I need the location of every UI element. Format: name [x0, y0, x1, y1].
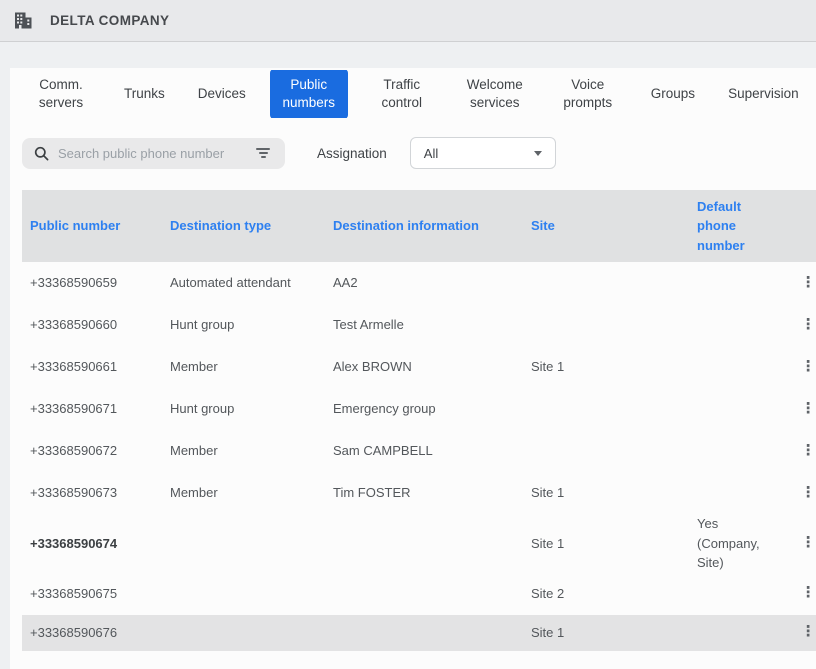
row-menu-button[interactable]: ⋮ — [800, 396, 816, 422]
cell-public-number: +33368590672 — [22, 441, 170, 461]
tab-label: Public numbers — [283, 77, 336, 110]
tab-public-numbers[interactable]: Public numbers — [270, 70, 348, 118]
cell-public-number: +33368590671 — [22, 399, 170, 419]
kebab-icon: ⋮ — [801, 532, 816, 555]
top-bar: DELTA COMPANY — [0, 0, 816, 42]
table-row[interactable]: +33368590673 Member Tim FOSTER Site 1 ⋮ — [22, 472, 816, 514]
kebab-icon: ⋮ — [801, 582, 816, 605]
tab-traffic-control[interactable]: Traffic control — [363, 71, 441, 117]
public-numbers-table: Public number Destination type Destinati… — [22, 190, 816, 669]
cell-public-number: +33368590676 — [22, 623, 170, 643]
cell-destination-type: Automated attendant — [170, 273, 333, 293]
filter-row: Assignation All — [22, 137, 816, 169]
row-menu-button[interactable]: ⋮ — [800, 620, 816, 646]
cell-destination-type: Member — [170, 441, 333, 461]
tab-comm-servers[interactable]: Comm. servers — [22, 71, 100, 117]
cell-destination-information: Alex BROWN — [333, 357, 531, 377]
cell-site: Site 1 — [531, 357, 697, 377]
tab-bar: Comm. servers Trunks Devices Public numbers… — [22, 70, 816, 118]
cell-destination-information: Test Armelle — [333, 315, 531, 335]
row-menu-button[interactable]: ⋮ — [800, 354, 816, 380]
tab-label: Supervision — [728, 86, 799, 101]
cell-destination-information: Emergency group — [333, 399, 531, 419]
column-header-destination-information[interactable]: Destination information — [333, 216, 531, 236]
table-row[interactable]: +33368590661 Member Alex BROWN Site 1 ⋮ — [22, 346, 816, 388]
tab-devices[interactable]: Devices — [189, 80, 255, 108]
table-row[interactable]: +33368590676 Site 1 ⋮ — [22, 615, 816, 651]
tab-welcome-services[interactable]: Welcome services — [456, 71, 534, 117]
tab-groups[interactable]: Groups — [642, 80, 704, 108]
table-row[interactable]: +33368590659 Automated attendant AA2 ⋮ — [22, 262, 816, 304]
cell-destination-information: Tim FOSTER — [333, 483, 531, 503]
column-header-default-phone-number[interactable]: Default phone number — [697, 197, 779, 256]
kebab-icon: ⋮ — [801, 482, 816, 505]
tab-label: Welcome services — [467, 77, 523, 110]
table-row[interactable]: +33368590671 Hunt group Emergency group … — [22, 388, 816, 430]
content-card: Comm. servers Trunks Devices Public numbers… — [10, 68, 816, 669]
company-name: DELTA COMPANY — [50, 13, 169, 28]
table-row[interactable]: +33368590674 Site 1 Yes (Company, Site) … — [22, 514, 816, 573]
cell-public-number: +33368590673 — [22, 483, 170, 503]
search-icon — [34, 146, 49, 161]
cell-destination-information: AA2 — [333, 273, 531, 293]
row-menu-button[interactable]: ⋮ — [800, 312, 816, 338]
cell-site: Site 1 — [531, 623, 697, 643]
tab-label: Traffic control — [382, 77, 423, 110]
row-menu-button[interactable]: ⋮ — [800, 270, 816, 296]
tab-trunks[interactable]: Trunks — [115, 80, 174, 108]
assignation-select-value: All — [424, 146, 438, 161]
row-menu-button[interactable]: ⋮ — [800, 581, 816, 607]
cell-default-phone-number: Yes (Company, Site) — [697, 514, 779, 573]
tab-label: Comm. servers — [39, 77, 83, 110]
cell-destination-type: Hunt group — [170, 315, 333, 335]
cell-destination-type: Member — [170, 357, 333, 377]
row-menu-button[interactable]: ⋮ — [800, 530, 816, 556]
cell-destination-type: Hunt group — [170, 399, 333, 419]
cell-destination-information: Sam CAMPBELL — [333, 441, 531, 461]
assignation-select[interactable]: All — [410, 137, 556, 169]
cell-site: Site 1 — [531, 534, 697, 554]
tab-voice-prompts[interactable]: Voice prompts — [549, 71, 627, 117]
cell-public-number: +33368590659 — [22, 273, 170, 293]
tab-label: Voice prompts — [563, 77, 612, 110]
kebab-icon: ⋮ — [801, 398, 816, 421]
tab-recordings[interactable]: Recordings — [812, 80, 816, 108]
table-body: +33368590659 Automated attendant AA2 ⋮ +… — [22, 262, 816, 651]
filter-icon[interactable] — [253, 145, 273, 161]
kebab-icon: ⋮ — [801, 272, 816, 295]
search-input[interactable] — [58, 146, 244, 161]
chevron-down-icon — [534, 151, 542, 156]
row-menu-button[interactable]: ⋮ — [800, 438, 816, 464]
cell-public-number: +33368590660 — [22, 315, 170, 335]
table-row[interactable]: +33368590672 Member Sam CAMPBELL ⋮ — [22, 430, 816, 472]
cell-destination-type: Member — [170, 483, 333, 503]
kebab-icon: ⋮ — [801, 440, 816, 463]
cell-public-number: +33368590661 — [22, 357, 170, 377]
table-header-row: Public number Destination type Destinati… — [22, 190, 816, 262]
column-header-site[interactable]: Site — [531, 216, 697, 236]
row-menu-button[interactable]: ⋮ — [800, 480, 816, 506]
cell-site: Site 2 — [531, 584, 697, 604]
column-header-destination-type[interactable]: Destination type — [170, 216, 333, 236]
tab-label: Groups — [651, 86, 695, 101]
tab-label: Devices — [198, 86, 246, 101]
search-box — [22, 138, 285, 169]
table-row[interactable]: +33368590675 Site 2 ⋮ — [22, 573, 816, 615]
tab-supervision[interactable]: Supervision — [719, 80, 797, 108]
kebab-icon: ⋮ — [801, 314, 816, 337]
kebab-icon: ⋮ — [801, 621, 816, 644]
tab-label: Trunks — [124, 86, 165, 101]
assignation-label: Assignation — [317, 146, 387, 161]
table-row[interactable]: +33368590660 Hunt group Test Armelle ⋮ — [22, 304, 816, 346]
kebab-icon: ⋮ — [801, 356, 816, 379]
cell-public-number: +33368590674 — [22, 534, 170, 554]
building-icon — [14, 12, 33, 29]
cell-public-number: +33368590675 — [22, 584, 170, 604]
cell-site: Site 1 — [531, 483, 697, 503]
column-header-public-number[interactable]: Public number — [22, 216, 170, 236]
